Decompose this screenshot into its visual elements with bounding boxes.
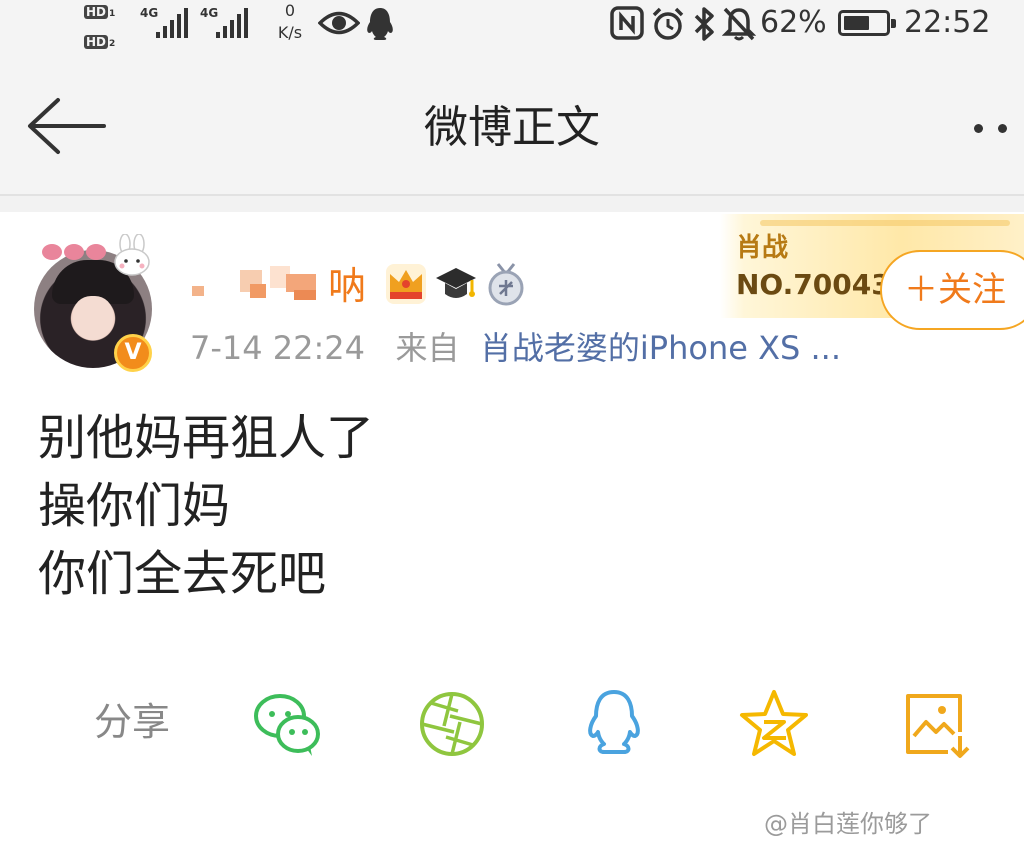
net-speed: 0 K/s (270, 0, 310, 44)
hd-sim2: HD 2 (84, 32, 134, 54)
username[interactable]: 呐 (328, 262, 366, 310)
battery-percentage: 62% (760, 5, 827, 40)
net-speed-value: 0 (284, 1, 296, 20)
qq-icon[interactable] (576, 686, 652, 762)
more-options-icon[interactable] (968, 118, 1024, 138)
battery-level-fill (844, 16, 869, 30)
bluetooth-icon (694, 7, 714, 41)
post-text-line: 你们全去死吧 (38, 546, 327, 602)
share-label: 分享 (94, 700, 171, 744)
save-image-icon[interactable] (898, 686, 974, 762)
net-speed-unit: K/s (277, 23, 303, 42)
mute-icon (722, 7, 756, 41)
section-divider (0, 196, 1024, 212)
sim-number: 2 (109, 39, 116, 49)
battery-icon (838, 10, 896, 36)
bunny-sticker-icon (114, 234, 150, 276)
page-title: 微博正文 (424, 102, 600, 153)
username-redacted[interactable] (190, 260, 328, 308)
status-bar: HD 1 HD 2 4G 4G 0 K/s 62% 22:52 (0, 0, 1024, 62)
status-clock: 22:52 (904, 5, 991, 40)
nav-bar: 微博正文 (0, 62, 1024, 196)
hd-sim1: HD 1 (84, 2, 134, 24)
wechat-icon[interactable] (250, 686, 326, 762)
sim-number: 1 (109, 9, 116, 19)
answer-medal-icon (488, 263, 524, 306)
nfc-icon (610, 6, 644, 40)
hd-label: HD (84, 5, 109, 19)
post-source-link[interactable]: 肖战老婆的iPhone XS ... (480, 329, 841, 367)
sim-indicators: HD 1 HD 2 (84, 2, 134, 54)
source-prefix: 来自 (395, 329, 460, 367)
verified-badge-icon: V (114, 334, 152, 372)
network-type: 4G (200, 6, 219, 20)
bow-decoration-icon (42, 244, 112, 270)
qzone-icon[interactable] (736, 686, 812, 762)
weibo-watermark: @肖白莲你够了 (764, 810, 932, 838)
post-timestamp: 7-14 22:24 (190, 329, 366, 367)
graduation-cap-icon (436, 268, 476, 298)
fan-badge-name: 肖战 (736, 233, 789, 263)
crown-level-icon (386, 264, 426, 304)
post-text-line: 别他妈再狙人了 (38, 410, 375, 466)
hd-label: HD (84, 35, 109, 49)
follow-button[interactable]: ＋关注 (880, 250, 1024, 330)
post-text-line: 操你们妈 (38, 478, 231, 534)
moments-icon[interactable] (414, 686, 490, 762)
eye-icon (318, 11, 360, 35)
qq-icon (367, 8, 393, 40)
network-type: 4G (140, 6, 159, 20)
alarm-icon (652, 7, 684, 40)
post-meta: 7-14 22:24 来自 肖战老婆的iPhone XS ... (190, 326, 841, 370)
